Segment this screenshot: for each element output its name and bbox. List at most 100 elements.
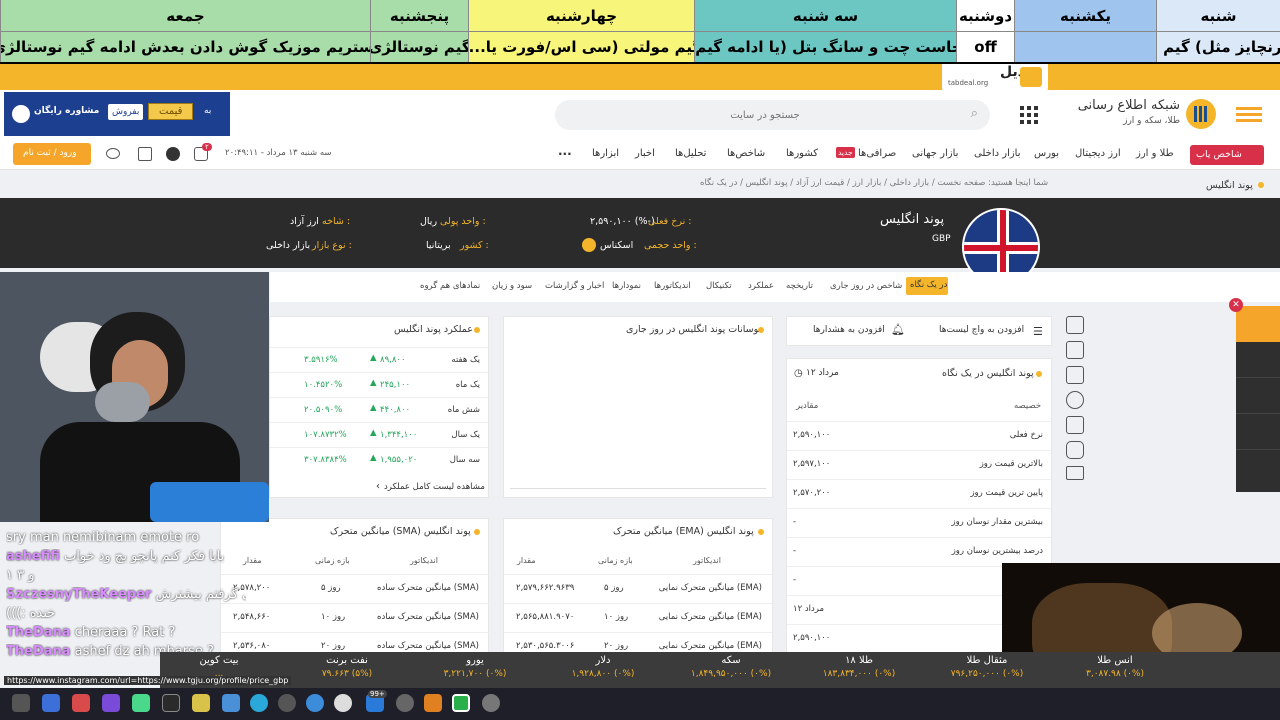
floating-toolbar xyxy=(1236,306,1280,492)
instagram-icon[interactable] xyxy=(1066,441,1084,459)
ema-head-indicator: اندیکاتور xyxy=(693,556,721,565)
print-icon[interactable] xyxy=(1066,466,1084,480)
theme-icon[interactable] xyxy=(166,147,180,161)
search-bar[interactable]: ⌕ xyxy=(555,100,990,130)
comments-icon[interactable] xyxy=(1236,450,1280,486)
ticker-item[interactable]: طلا ۱۸ ۱۸۳,۸۳۴,۰۰۰ (۰%) xyxy=(800,655,918,679)
ticker-name: سکه xyxy=(721,655,741,666)
nav-crypto[interactable]: ارز دیجیتال xyxy=(1075,148,1121,159)
nav-countries[interactable]: کشورها xyxy=(786,148,818,159)
tab-overview[interactable]: در یک نگاه xyxy=(906,277,948,295)
tab-charts[interactable]: نمودارها xyxy=(612,281,641,291)
ticker-item[interactable]: مثقال طلا ۷۹۶,۲۵۰,۰۰۰ (۰%) xyxy=(928,655,1046,679)
tab-technical[interactable]: تکنیکال xyxy=(706,281,732,291)
edge-icon[interactable] xyxy=(250,694,268,712)
nav-gold-fx[interactable]: طلا و ارز xyxy=(1136,148,1174,159)
search-input[interactable] xyxy=(575,100,955,130)
chat-icon[interactable] xyxy=(106,148,120,159)
tabdeal-logo[interactable]: تبدیل tabdeal.org xyxy=(942,64,1048,92)
news-icon[interactable] xyxy=(1236,414,1280,450)
ticker-item[interactable]: نفت برنت ۷۹.۶۶۳ (۵%) xyxy=(288,655,406,679)
app-icon-11[interactable] xyxy=(424,694,442,712)
settings-icon[interactable] xyxy=(482,694,500,712)
nav-tools[interactable]: ابزارها xyxy=(592,148,619,159)
start-icon[interactable] xyxy=(12,694,30,712)
chat-text: cheraaa ? Rat ? xyxy=(74,625,176,640)
glance-col-value: مقادیر xyxy=(796,401,819,411)
fluct-title: نوسانات پوند انگلیس در روز جاری xyxy=(626,324,762,335)
ticker-name: بیت کوین xyxy=(199,655,239,666)
apps-grid-icon[interactable] xyxy=(1020,106,1038,124)
add-alert-button[interactable]: افزودن به هشدارها xyxy=(813,325,885,335)
status-url: https://www.instagram.com/url=https://ww… xyxy=(4,676,292,685)
app-icon-1[interactable] xyxy=(72,694,90,712)
sma-dot xyxy=(474,529,480,535)
tab-today[interactable]: شاخص در روز جاری xyxy=(830,281,902,291)
nav-more-icon[interactable]: ... xyxy=(558,144,572,158)
font-size-icon[interactable] xyxy=(138,147,152,161)
app-icon-5[interactable] xyxy=(192,694,210,712)
hamburger-icon[interactable] xyxy=(1236,105,1262,125)
glance-row-key: نرخ فعلی xyxy=(1009,430,1043,440)
ad-banner[interactable]: مشاوره رایگان بفروش قیمت به xyxy=(4,92,230,136)
schedule-day: جمعه استریم موزیک گوش دادن بعدش ادامه گیم… xyxy=(0,0,370,62)
tab-performance[interactable]: عملکرد xyxy=(748,281,774,291)
schedule-day-name: شنبه xyxy=(1157,0,1280,32)
performance-pct: ۲۰.۵۰۹۰% xyxy=(304,405,343,415)
tab-history[interactable]: تاریخچه xyxy=(786,281,813,291)
app-icon-8[interactable] xyxy=(306,694,324,712)
ticker-value: ۱,۹۲۸,۸۰۰ (۰%) xyxy=(571,669,635,679)
nav-analysis[interactable]: تحلیل‌ها xyxy=(675,148,706,159)
tab-same-group[interactable]: نمادهای هم گروه xyxy=(420,281,480,291)
support-icon[interactable] xyxy=(1236,306,1280,342)
app-icon-7[interactable] xyxy=(278,694,296,712)
tab-profit-loss[interactable]: سود و زیان xyxy=(492,281,532,291)
chat-username: TheDana xyxy=(6,644,71,659)
whatsapp-icon[interactable] xyxy=(1066,391,1084,409)
performance-more-link[interactable]: مشاهده لیست کامل عملکرد xyxy=(384,482,485,492)
site-logo-icon[interactable] xyxy=(1186,99,1216,129)
nav-exchanges[interactable]: صرافی‌ها xyxy=(858,148,896,159)
telegram-icon[interactable] xyxy=(1066,366,1084,384)
facebook-icon[interactable] xyxy=(1066,316,1084,334)
add-watchlist-button[interactable]: افزودن به واچ لیست‌ها xyxy=(939,325,1024,335)
nav-indices[interactable]: شاخص‌ها xyxy=(727,148,765,159)
glance-row-value: ۲,۵۹۰,۱۰۰ xyxy=(793,633,831,643)
tab-news[interactable]: اخبار و گزارشات xyxy=(545,281,604,291)
search-icon[interactable]: ⌕ xyxy=(971,106,978,121)
linkedin-icon[interactable] xyxy=(1066,416,1084,434)
breadcrumb: شما اینجا هستید: صفحه نخست / بازار داخلی… xyxy=(700,178,1049,188)
ticker-item[interactable]: یورو ۳,۲۲۱,۷۰۰ (۰%) xyxy=(416,655,534,679)
login-button[interactable]: ورود / ثبت نام xyxy=(13,143,91,165)
ticker-item[interactable]: سکه ۱,۸۴۹,۹۵۰,۰۰۰ (۰%) xyxy=(672,655,790,679)
ticker-name: انس طلا xyxy=(1097,655,1133,666)
nav-news[interactable]: اخبار xyxy=(635,148,655,159)
exchange-icon[interactable] xyxy=(1236,342,1280,378)
ticker-item[interactable]: انس طلا ۳,۰۸۷.۹۸ (۰%) xyxy=(1056,655,1174,679)
schedule-day: شنبه گیم استوری (فرنچایز مثل GTA) xyxy=(1156,0,1280,62)
nav-bourse[interactable]: بورس xyxy=(1034,148,1059,159)
twitter-icon[interactable] xyxy=(1066,341,1084,359)
app-icon-2[interactable] xyxy=(102,694,120,712)
app-icon-4[interactable] xyxy=(162,694,180,712)
glance-col-key: خصیصه xyxy=(1014,401,1042,411)
chat-text: بپیچونی گرفتم بیشترش... xyxy=(155,587,246,602)
close-toolbar-icon[interactable]: ✕ xyxy=(1229,298,1243,312)
arrow-up-icon: ▲ xyxy=(370,353,377,363)
app-icon-10[interactable] xyxy=(396,694,414,712)
nav-shakhesyab-button[interactable]: شاخص یاب xyxy=(1190,145,1264,165)
nav-domestic[interactable]: بازار داخلی xyxy=(974,148,1021,159)
app-icon-6[interactable] xyxy=(222,694,240,712)
search-taskbar-icon[interactable] xyxy=(42,694,60,712)
tab-indicators[interactable]: اندیکاتورها xyxy=(654,281,691,291)
ticker-item[interactable]: دلار ۱,۹۲۸,۸۰۰ (۰%) xyxy=(544,655,662,679)
app-icon-3[interactable] xyxy=(132,694,150,712)
currency-hero xyxy=(0,198,1280,268)
chat-text: (((: خنده xyxy=(6,606,56,621)
schedule-day-activity: off xyxy=(974,38,997,56)
app-icon-12[interactable] xyxy=(452,694,470,712)
nav-global[interactable]: بازار جهانی xyxy=(912,148,958,159)
app-icon-9[interactable] xyxy=(334,694,352,712)
books-icon[interactable] xyxy=(1236,378,1280,414)
sma-indicator: میانگین متحرک ساده (SMA) xyxy=(377,641,479,651)
